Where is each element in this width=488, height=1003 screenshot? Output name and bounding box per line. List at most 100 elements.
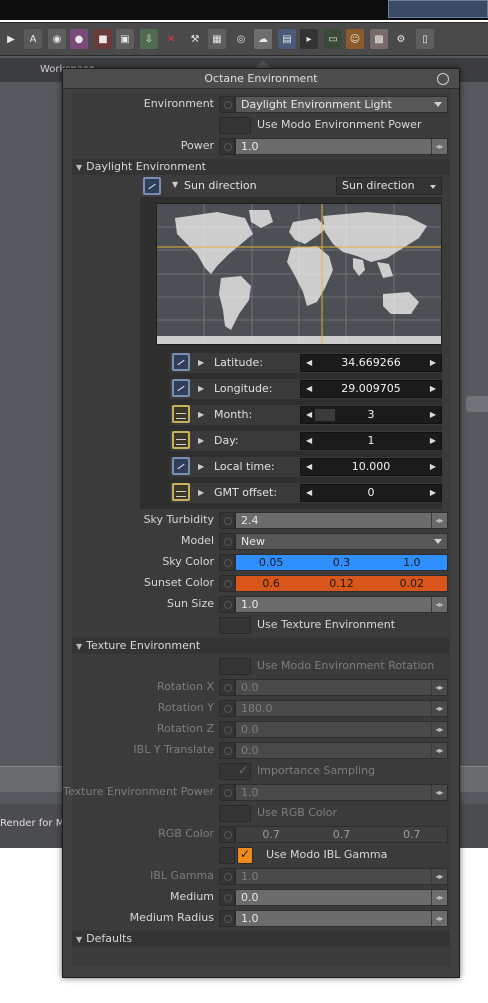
environment-knob[interactable]	[219, 96, 235, 113]
use-rgb-color-checkbox[interactable]	[219, 805, 251, 822]
sun-size-field[interactable]: 1.0 ◂▸	[235, 596, 448, 613]
decrement-arrow-icon[interactable]: ◀	[306, 485, 312, 501]
side-tab[interactable]	[466, 396, 488, 412]
spin-arrows-icon[interactable]: ◂▸	[431, 890, 447, 905]
spin-arrows-icon[interactable]: ◂▸	[431, 911, 447, 926]
environment-dropdown[interactable]: Daylight Environment Light	[235, 96, 448, 113]
latitude-slider[interactable]: ◀ 34.669266 ▶	[300, 354, 442, 372]
color-wheel-icon[interactable]: ●	[70, 29, 88, 49]
render-icon[interactable]: ■	[94, 29, 112, 49]
power-knob[interactable]	[219, 138, 235, 155]
increment-arrow-icon[interactable]: ▶	[430, 355, 436, 371]
terminal-icon[interactable]: ▸	[300, 29, 318, 49]
document-icon[interactable]: ▯	[416, 29, 434, 49]
keyframe-icon[interactable]	[172, 431, 190, 449]
tools-icon[interactable]: ⚒	[186, 29, 204, 49]
sunset-color-knob[interactable]	[219, 575, 235, 592]
monitor-icon[interactable]: ▭	[324, 29, 342, 49]
increment-arrow-icon[interactable]: ▶	[430, 381, 436, 397]
spin-arrows-icon[interactable]: ◂▸	[431, 680, 447, 695]
importance-sampling-checkbox[interactable]	[219, 763, 251, 780]
sunset-color-swatch[interactable]: 0.6 0.12 0.02	[235, 575, 448, 592]
rotation-x-knob[interactable]	[219, 679, 235, 696]
image-icon[interactable]: ▩	[370, 29, 388, 49]
curve-icon[interactable]	[172, 457, 190, 475]
increment-arrow-icon[interactable]: ▶	[430, 485, 436, 501]
rotation-z-field[interactable]: 0.0 ◂▸	[235, 721, 448, 738]
expand-triangle-icon[interactable]: ▶	[198, 410, 204, 419]
ibl-y-translate-field[interactable]: 0.0 ◂▸	[235, 742, 448, 759]
local-time-slider[interactable]: ◀ 10.000 ▶	[300, 458, 442, 476]
use-modo-rotation-checkbox[interactable]	[219, 658, 251, 675]
sun-size-knob[interactable]	[219, 596, 235, 613]
increment-arrow-icon[interactable]: ▶	[430, 407, 436, 423]
use-texture-env-checkbox[interactable]	[219, 617, 251, 634]
render-label[interactable]: Render for Mo	[0, 818, 70, 829]
grid-icon[interactable]: ▦	[208, 29, 226, 49]
close-icon[interactable]	[437, 73, 449, 85]
decrement-arrow-icon[interactable]: ◀	[306, 381, 312, 397]
ibl-gamma-knob[interactable]	[219, 868, 235, 885]
decrement-arrow-icon[interactable]: ◀	[306, 433, 312, 449]
expand-triangle-icon[interactable]: ▶	[198, 358, 204, 367]
use-modo-power-checkbox[interactable]	[219, 117, 251, 134]
world-map[interactable]	[156, 203, 442, 345]
expand-triangle-icon[interactable]: ▶	[198, 384, 204, 393]
model-knob[interactable]	[219, 533, 235, 550]
cancel-icon[interactable]: ✕	[162, 29, 180, 49]
medium-radius-knob[interactable]	[219, 910, 235, 927]
rgb-color-knob[interactable]	[219, 826, 235, 843]
texture-env-power-field[interactable]: 1.0 ◂▸	[235, 784, 448, 801]
ibl-gamma-field[interactable]: 1.0 ◂▸	[235, 868, 448, 885]
gmt-offset-slider[interactable]: ◀ 0 ▶	[300, 484, 442, 502]
sky-turbidity-knob[interactable]	[219, 512, 235, 529]
sky-turbidity-field[interactable]: 2.4 ◂▸	[235, 512, 448, 529]
use-modo-ibl-gamma-checkbox[interactable]	[237, 847, 253, 864]
environment-icon[interactable]: ☁	[254, 29, 272, 49]
expand-triangle-icon[interactable]: ▶	[198, 462, 204, 471]
collapse-triangle-icon[interactable]: ▼	[172, 180, 178, 189]
defaults-section-header[interactable]: ▼ Defaults	[72, 931, 450, 947]
spin-arrows-icon[interactable]: ◂▸	[431, 139, 447, 154]
medium-field[interactable]: 0.0 ◂▸	[235, 889, 448, 906]
expand-triangle-icon[interactable]: ▶	[198, 488, 204, 497]
keyframe-icon[interactable]	[172, 405, 190, 423]
play-icon[interactable]: ▶	[2, 29, 20, 49]
camera2-icon[interactable]: ◎	[232, 29, 250, 49]
use-modo-ibl-gamma-toggle[interactable]	[219, 847, 235, 864]
keyframe-icon[interactable]	[172, 483, 190, 501]
texture-section-header[interactable]: ▼ Texture Environment	[72, 638, 450, 654]
spin-arrows-icon[interactable]: ◂▸	[431, 701, 447, 716]
rotation-z-knob[interactable]	[219, 721, 235, 738]
curve-icon[interactable]	[172, 353, 190, 371]
rotation-y-knob[interactable]	[219, 700, 235, 717]
layers-icon[interactable]: ▤	[278, 29, 296, 49]
afi-icon[interactable]: A	[24, 29, 42, 49]
spin-arrows-icon[interactable]: ◂▸	[431, 743, 447, 758]
gear-icon[interactable]: ⚙	[392, 29, 410, 49]
camera-icon[interactable]: ◉	[48, 29, 66, 49]
export-icon[interactable]: ⇩	[140, 29, 158, 49]
rotation-y-field[interactable]: 180.0 ◂▸	[235, 700, 448, 717]
sun-direction-mode-dropdown[interactable]: Sun direction	[336, 177, 442, 195]
power-field[interactable]: 1.0 ◂▸	[235, 138, 448, 155]
month-slider[interactable]: ◀ 3 ▶	[300, 406, 442, 424]
spin-arrows-icon[interactable]: ◂▸	[431, 785, 447, 800]
curve-icon[interactable]	[172, 379, 190, 397]
medium-radius-field[interactable]: 1.0 ◂▸	[235, 910, 448, 927]
medium-knob[interactable]	[219, 889, 235, 906]
curve-icon[interactable]	[143, 177, 161, 195]
longitude-slider[interactable]: ◀ 29.009705 ▶	[300, 380, 442, 398]
model-dropdown[interactable]: New	[235, 533, 448, 550]
rgb-color-swatch[interactable]: 0.7 0.7 0.7	[235, 826, 448, 843]
increment-arrow-icon[interactable]: ▶	[430, 459, 436, 475]
spin-arrows-icon[interactable]: ◂▸	[431, 869, 447, 884]
expand-triangle-icon[interactable]: ▶	[198, 436, 204, 445]
spin-arrows-icon[interactable]: ◂▸	[431, 722, 447, 737]
day-slider[interactable]: ◀ 1 ▶	[300, 432, 442, 450]
decrement-arrow-icon[interactable]: ◀	[306, 459, 312, 475]
sky-color-knob[interactable]	[219, 554, 235, 571]
rotation-x-field[interactable]: 0.0 ◂▸	[235, 679, 448, 696]
portrait-icon[interactable]: ☺	[346, 29, 364, 49]
decrement-arrow-icon[interactable]: ◀	[306, 355, 312, 371]
